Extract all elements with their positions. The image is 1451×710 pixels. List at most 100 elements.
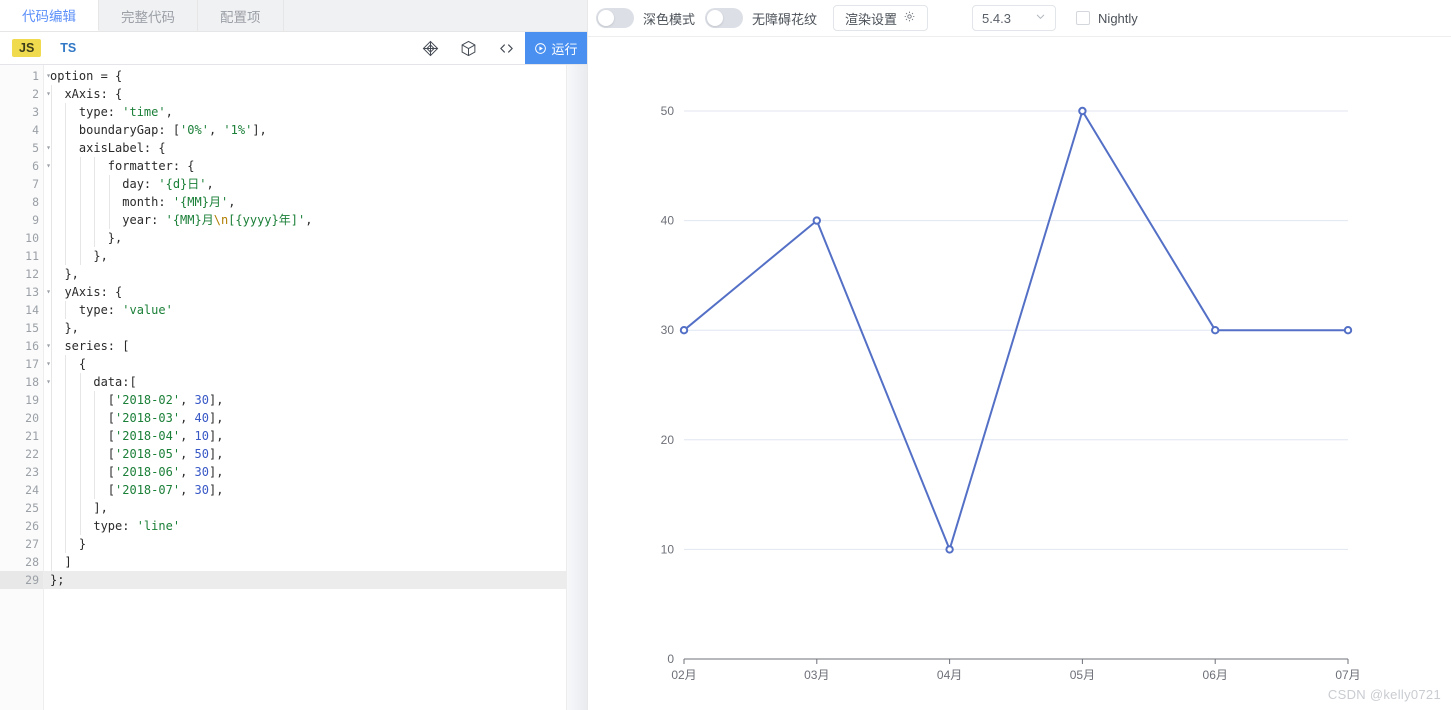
code-line: },	[50, 267, 79, 281]
line-number: 5 ▾	[32, 141, 51, 155]
data-point[interactable]	[1343, 326, 1353, 335]
data-point[interactable]	[945, 545, 954, 554]
line-number: 6 ▾	[32, 159, 51, 173]
data-point[interactable]	[679, 326, 689, 335]
render-settings-label: 渲染设置	[845, 11, 898, 27]
tab-strip-filler	[283, 0, 587, 31]
code-line: day: '{d}日',	[50, 177, 214, 191]
code-line: month: '{MM}月',	[50, 195, 236, 209]
code-editor[interactable]: 1 ▾ 2 ▾ 3 4 5 ▾ 6 ▾ 7 8 9 10 11 12 13 ▾ 14 15 16 ▾ 17 ▾ 18 ▾ 19 20 2…	[0, 65, 587, 710]
y-axis-tick-label: 50	[661, 104, 675, 118]
code-line: formatter: {	[50, 159, 195, 173]
version-select[interactable]: 5.4.3	[972, 5, 1057, 31]
line-number: 14	[25, 303, 39, 317]
data-point[interactable]	[1211, 326, 1220, 335]
line-number: 8	[32, 195, 39, 209]
code-line: }	[50, 537, 87, 551]
dark-mode-toggle[interactable]	[596, 8, 634, 28]
run-button[interactable]: 运行	[525, 32, 587, 64]
line-number: 4	[32, 123, 39, 137]
dark-mode-toggle-knob	[598, 10, 614, 26]
line-number: 22	[25, 447, 39, 461]
line-number: 23	[25, 465, 39, 479]
chart-canvas[interactable]: 0 10 20 30 40 50 02月 03月 04月 05月 06月 07月 CSDN @kell…	[588, 37, 1451, 710]
x-axis-tick-label: 05月	[1070, 668, 1095, 682]
code-line: ['2018-04', 10],	[50, 429, 224, 443]
chevron-down-icon	[1035, 11, 1046, 25]
code-line: };	[44, 571, 587, 589]
code-line: year: '{MM}月\n[{yyyy}年]',	[50, 213, 313, 227]
line-number: 27	[25, 537, 39, 551]
code-line: {	[50, 357, 87, 371]
play-icon	[534, 42, 547, 55]
globe-wireframe-icon[interactable]	[411, 32, 449, 65]
line-number: 10	[25, 231, 39, 245]
line-number: 20	[25, 411, 39, 425]
preview-toolbar: 深色模式 无障碍花纹 渲染设置 5.4.3 Nightly	[588, 0, 1451, 37]
code-line: data:[	[50, 375, 137, 389]
cube-icon[interactable]	[449, 32, 487, 65]
tab-code-edit[interactable]: 代码编辑	[0, 0, 99, 31]
x-axis-tick-label: 06月	[1203, 668, 1228, 682]
y-axis-tick-label: 40	[661, 214, 675, 228]
dark-mode-label: 深色模式	[643, 11, 696, 27]
code-line: ['2018-03', 40],	[50, 411, 224, 425]
accessibility-toggle-knob	[707, 10, 724, 26]
line-number: 1 ▾	[32, 69, 51, 83]
tab-options[interactable]: 配置项	[198, 0, 284, 31]
render-settings-button[interactable]: 渲染设置	[833, 5, 929, 31]
editor-toolbar: JS TS 运行	[0, 32, 587, 65]
code-lines: option = { xAxis: { type: 'time', bounda…	[44, 67, 587, 589]
tab-code-edit-label: 代码编辑	[22, 9, 76, 24]
y-axis-tick-label: 30	[661, 323, 675, 337]
x-axis-tick-label: 02月	[671, 668, 696, 682]
tab-full-code[interactable]: 完整代码	[99, 0, 198, 31]
x-axis-tick-label: 04月	[937, 668, 962, 682]
language-switcher: JS TS	[0, 32, 81, 64]
code-line: ]	[50, 555, 72, 569]
line-number: 9	[32, 213, 39, 227]
tab-options-label: 配置项	[220, 9, 261, 25]
accessibility-pattern-toggle[interactable]	[705, 8, 744, 28]
data-point[interactable]	[812, 216, 822, 225]
line-number: 18 ▾	[25, 375, 51, 389]
line-number: 3	[32, 105, 39, 119]
nightly-checkbox[interactable]: Nightly	[1076, 11, 1138, 26]
line-number: 24	[25, 483, 39, 497]
line-number: 7	[32, 177, 39, 191]
preview-pane: 深色模式 无障碍花纹 渲染设置 5.4.3 Nightly 0 10 20 30…	[588, 0, 1451, 710]
gear-icon	[903, 10, 916, 26]
code-brackets-icon[interactable]	[487, 32, 525, 65]
line-chart[interactable]: 0 10 20 30 40 50 02月 03月 04月 05月 06月 07月	[588, 37, 1439, 710]
x-axis-tick-label: 07月	[1335, 668, 1360, 682]
code-line: xAxis: {	[50, 87, 123, 101]
editor-scrollbar-track[interactable]	[567, 65, 587, 710]
version-select-value: 5.4.3	[982, 10, 1011, 26]
code-line: boundaryGap: ['0%', '1%'],	[50, 123, 267, 137]
line-number: 13 ▾	[25, 285, 51, 299]
code-line: },	[50, 231, 123, 245]
code-line: ['2018-07', 30],	[50, 483, 224, 497]
line-number: 28	[25, 555, 39, 569]
lang-tab-ts[interactable]: TS	[55, 38, 81, 58]
code-line: type: 'value'	[50, 303, 173, 317]
line-number: 2 ▾	[32, 87, 51, 101]
code-text-area[interactable]: option = { xAxis: { type: 'time', bounda…	[44, 65, 587, 710]
data-point[interactable]	[1078, 106, 1087, 116]
line-number: 15	[25, 321, 39, 335]
line-number: 29	[0, 571, 43, 589]
code-line: axisLabel: {	[50, 141, 166, 155]
y-axis-tick-label: 20	[661, 433, 675, 447]
line-number: 26	[25, 519, 39, 533]
code-line: },	[50, 321, 79, 335]
code-line: option = {	[50, 69, 123, 83]
line-number: 17 ▾	[25, 357, 51, 371]
line-number: 12	[25, 267, 39, 281]
line-number-gutter: 1 ▾ 2 ▾ 3 4 5 ▾ 6 ▾ 7 8 9 10 11 12 13 ▾ 14 15 16 ▾ 17 ▾ 18 ▾ 19 20 2…	[0, 65, 51, 710]
line-number: 25	[25, 501, 39, 515]
accessibility-pattern-label: 无障碍花纹	[752, 11, 818, 27]
code-line: type: 'time',	[50, 105, 173, 119]
lang-tab-js[interactable]: JS	[12, 38, 42, 58]
y-axis-tick-label: 10	[661, 542, 675, 556]
